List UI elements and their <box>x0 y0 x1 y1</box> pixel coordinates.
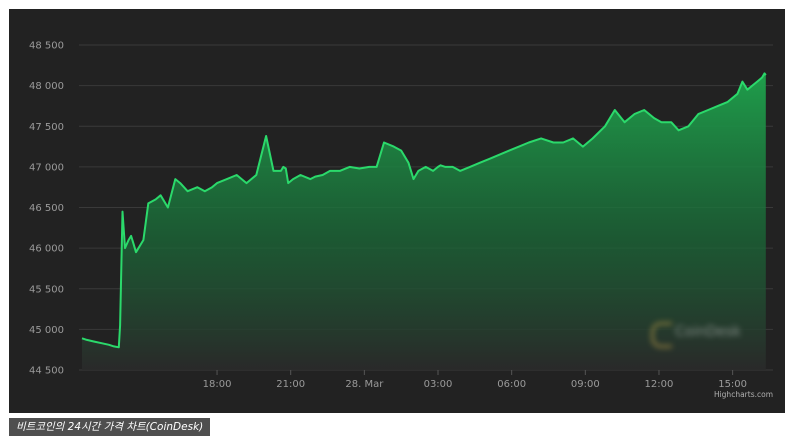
x-tick-label: 03:00 <box>424 379 453 390</box>
y-tick-label: 44 500 <box>29 366 64 377</box>
x-tick-label: 21:00 <box>276 379 305 390</box>
chart-caption: 비트코인의 24시간 가격 차트(CoinDesk) <box>9 418 211 436</box>
x-tick-label: 09:00 <box>571 379 600 390</box>
y-tick-label: 45 500 <box>29 284 64 295</box>
price-chart: 44 500 45 000 45 500 46 000 46 500 47 000 47 5… <box>29 41 773 399</box>
y-tick-label: 46 000 <box>29 244 64 255</box>
x-tick-label: 28. Mar <box>345 379 384 390</box>
x-tick-label: 12:00 <box>645 379 674 390</box>
coindesk-coin-icon <box>651 322 672 348</box>
y-tick-label: 46 500 <box>29 203 64 214</box>
x-tick-label: 15:00 <box>718 379 747 390</box>
y-tick-label: 48 500 <box>29 41 64 52</box>
y-tick-label: 47 500 <box>29 122 64 133</box>
y-tick-label: 45 000 <box>29 325 64 336</box>
coindesk-watermark-logo: CoinDesk <box>643 314 771 350</box>
x-axis-ticks: 18:00 21:00 28. Mar 03:00 06:00 09:00 12:00 15:… <box>203 370 747 390</box>
x-tick-label: 18:00 <box>203 379 232 390</box>
chart-panel: 44 500 45 000 45 500 46 000 46 500 47 000 47 5… <box>9 9 785 413</box>
y-tick-label: 48 000 <box>29 81 64 92</box>
y-axis-ticks: 44 500 45 000 45 500 46 000 46 500 47 000 47 5… <box>29 41 64 377</box>
coindesk-watermark-text: CoinDesk <box>675 324 741 340</box>
y-tick-label: 47 000 <box>29 162 64 173</box>
highcharts-credit[interactable]: Highcharts.com <box>714 390 773 399</box>
x-tick-label: 06:00 <box>497 379 526 390</box>
